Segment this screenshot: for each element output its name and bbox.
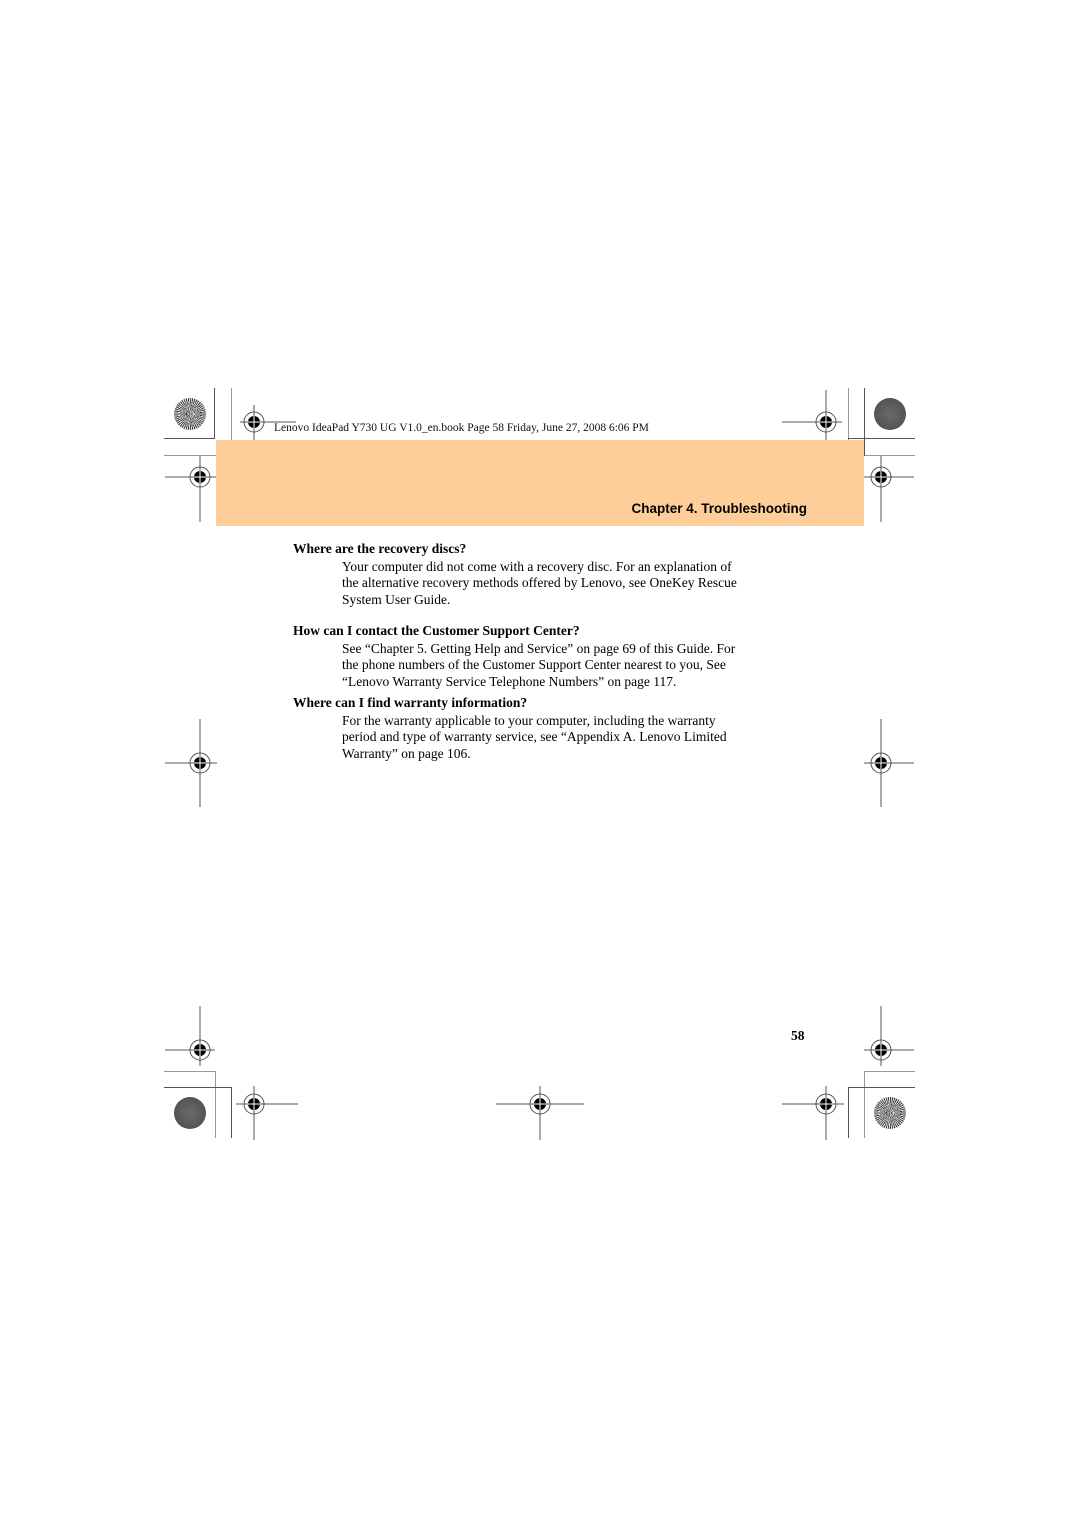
question-heading: Where are the recovery discs? — [293, 541, 467, 556]
answer-paragraph: Your computer did not come with a recove… — [342, 559, 812, 608]
page-number: 58 — [791, 1028, 805, 1043]
registration-mark-icon — [496, 1086, 584, 1140]
answer-line: For the warranty applicable to your comp… — [342, 713, 716, 728]
solid-disc-mark-icon — [874, 398, 906, 430]
registration-mark-icon — [782, 390, 842, 440]
crop-line — [848, 1087, 915, 1088]
starburst-mark-icon — [874, 1097, 906, 1129]
registration-mark-icon — [864, 719, 916, 807]
chapter-title: Chapter 4. Troubleshooting — [631, 501, 807, 516]
trim-line — [848, 388, 849, 440]
trim-line — [215, 1071, 216, 1138]
registration-mark-icon — [864, 448, 916, 522]
answer-line: Warranty” on page 106. — [342, 745, 471, 761]
crop-line — [214, 388, 215, 438]
registration-mark-icon — [782, 1086, 844, 1140]
trim-line — [231, 388, 232, 440]
trim-line — [864, 1071, 865, 1138]
crop-line — [848, 438, 915, 439]
registration-mark-icon — [864, 1006, 916, 1066]
answer-line: System User Guide. — [342, 591, 451, 607]
registration-mark-icon — [165, 1006, 217, 1066]
answer-line: See “Chapter 5. Getting Help and Service… — [342, 641, 736, 656]
print-info-slug: Lenovo IdeaPad Y730 UG V1.0_en.book Page… — [274, 422, 649, 434]
crop-line — [164, 1087, 231, 1088]
solid-disc-mark-icon — [174, 1097, 206, 1129]
trim-line — [864, 1071, 915, 1072]
crop-line — [231, 1087, 232, 1138]
registration-mark-icon — [236, 400, 296, 440]
registration-mark-icon — [165, 719, 217, 807]
crop-line — [164, 438, 215, 439]
answer-line: the alternative recovery methods offered… — [342, 575, 737, 591]
registration-mark-icon — [165, 448, 217, 522]
answer-line: Your computer did not come with a recove… — [342, 559, 732, 574]
starburst-mark-icon — [174, 398, 206, 430]
chapter-header-band: Chapter 4. Troubleshooting — [216, 440, 864, 526]
crop-line — [864, 388, 865, 456]
registration-mark-icon — [236, 1086, 298, 1140]
crop-line — [848, 1087, 849, 1138]
answer-line: the phone numbers of the Customer Suppor… — [342, 657, 726, 673]
answer-paragraph: For the warranty applicable to your comp… — [342, 713, 812, 762]
answer-paragraph: See “Chapter 5. Getting Help and Service… — [342, 641, 812, 690]
answer-line: period and type of warranty service, see… — [342, 729, 727, 745]
question-heading: Where can I find warranty information? — [293, 695, 528, 710]
trim-line — [164, 1071, 216, 1072]
answer-line: “Lenovo Warranty Service Telephone Numbe… — [342, 673, 677, 689]
question-heading: How can I contact the Customer Support C… — [293, 623, 580, 638]
